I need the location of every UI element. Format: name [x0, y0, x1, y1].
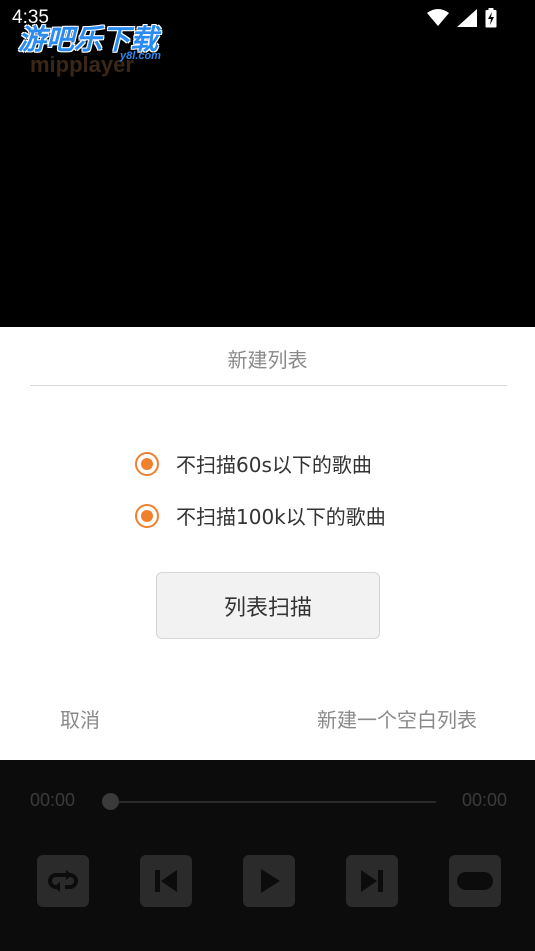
- option-skip-short-songs[interactable]: 不扫描60s以下的歌曲: [135, 449, 372, 478]
- scan-list-button[interactable]: 列表扫描: [156, 572, 380, 639]
- total-time: 00:00: [461, 790, 507, 810]
- new-empty-list-button[interactable]: 新建一个空白列表: [317, 704, 477, 733]
- seek-bar[interactable]: [110, 801, 436, 803]
- new-playlist-dialog: 新建列表 不扫描60s以下的歌曲 不扫描100k以下的歌曲 列表扫描 取消 新建…: [0, 327, 535, 760]
- play-button[interactable]: [243, 855, 295, 907]
- signal-icon: [457, 9, 477, 27]
- watermark-logo: 游吧乐下载 y8l.com: [18, 14, 188, 70]
- next-button[interactable]: [346, 855, 398, 907]
- seek-thumb[interactable]: [102, 793, 119, 810]
- dialog-title: 新建列表: [227, 348, 308, 372]
- cancel-button[interactable]: 取消: [60, 704, 100, 733]
- radio-checked-icon[interactable]: [135, 451, 159, 476]
- play-icon: [261, 869, 280, 893]
- repeat-button[interactable]: [37, 855, 89, 907]
- playlist-icon: [457, 872, 493, 890]
- option-label: 不扫描60s以下的歌曲: [176, 453, 372, 477]
- dialog-divider: [30, 385, 507, 386]
- previous-button[interactable]: [140, 855, 192, 907]
- wifi-icon: [427, 9, 449, 26]
- radio-checked-icon[interactable]: [135, 503, 159, 528]
- current-time: 00:00: [30, 790, 76, 810]
- status-icons: [427, 8, 497, 28]
- option-skip-small-songs[interactable]: 不扫描100k以下的歌曲: [135, 501, 386, 530]
- playlist-button[interactable]: [449, 855, 501, 907]
- next-icon: [361, 870, 383, 892]
- watermark-url: y8l.com: [120, 50, 161, 62]
- battery-icon: [485, 8, 497, 28]
- repeat-icon: [48, 870, 78, 892]
- previous-icon: [155, 870, 177, 892]
- option-label: 不扫描100k以下的歌曲: [176, 505, 386, 529]
- player-bar: 00:00 00:00: [0, 760, 535, 951]
